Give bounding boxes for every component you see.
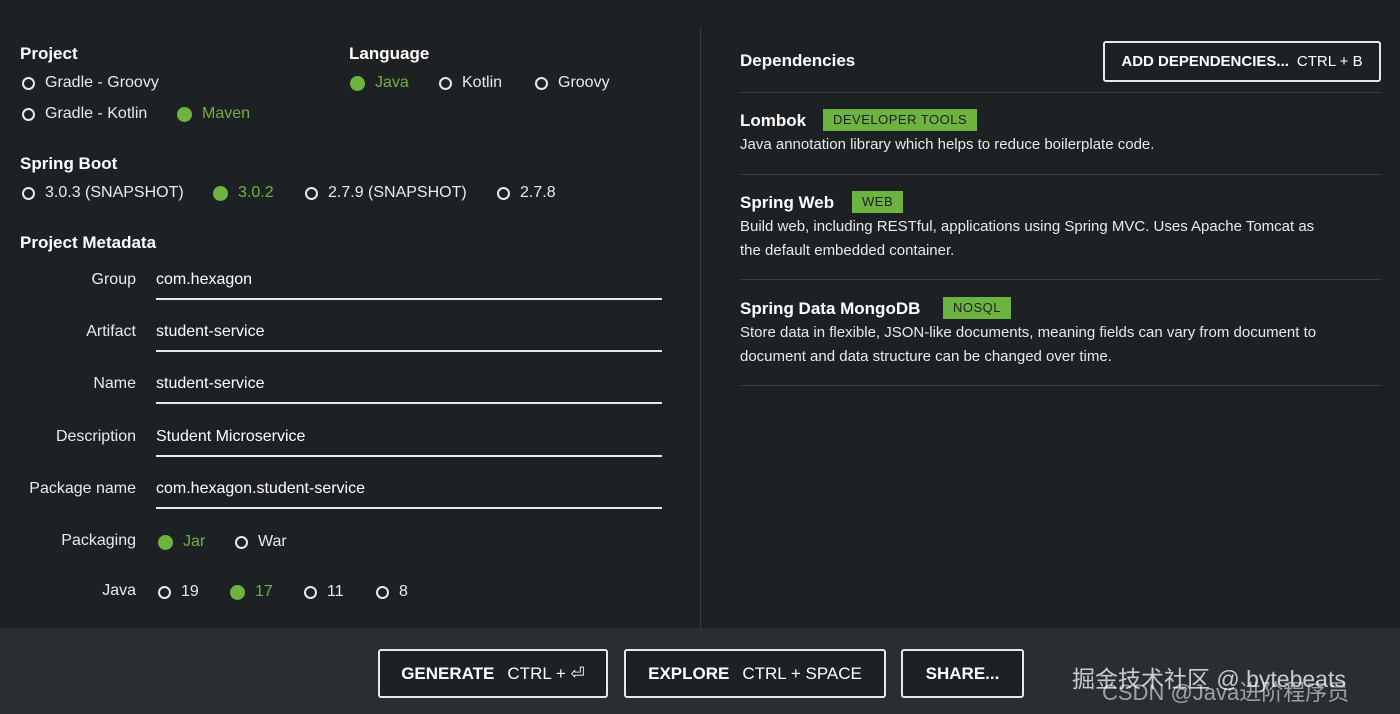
java-option-8[interactable]: 8 — [376, 583, 408, 601]
radio-icon — [439, 76, 452, 90]
project-metadata-heading: Project Metadata — [20, 233, 157, 252]
spring-boot-option-2-7-9-snapshot[interactable]: 2.7.9 (SNAPSHOT) — [305, 184, 467, 202]
radio-selected-icon — [230, 584, 245, 600]
description-input[interactable]: Student Microservice — [156, 427, 662, 457]
project-option-gradle-groovy[interactable]: Gradle - Groovy — [22, 74, 159, 92]
dependency-badge: DEVELOPER TOOLS — [823, 109, 978, 131]
radio-icon — [304, 585, 317, 599]
explore-shortcut: CTRL + SPACE — [742, 663, 862, 683]
java-option-19[interactable]: 19 — [158, 583, 199, 601]
radio-icon — [22, 107, 35, 121]
java-option-11[interactable]: 11 — [304, 583, 344, 601]
spring-boot-option-3-0-3-snapshot[interactable]: 3.0.3 (SNAPSHOT) — [22, 184, 184, 202]
add-dependencies-label: ADD DEPENDENCIES... — [1121, 53, 1289, 70]
radio-icon — [535, 76, 548, 90]
package-name-input[interactable]: com.hexagon.student-service — [156, 479, 662, 509]
spring-boot-option-3-0-2[interactable]: 3.0.2 — [213, 184, 274, 202]
java-label: Java — [102, 582, 136, 599]
description-label: Description — [55, 428, 136, 445]
dependency-description: Build web, including RESTful, applicatio… — [740, 218, 1315, 259]
language-heading: Language — [349, 44, 430, 63]
radio-icon — [376, 585, 389, 599]
dependency-name: Spring Data MongoDB — [740, 299, 921, 318]
group-label: Group — [91, 271, 136, 288]
dependency-badge: NOSQL — [943, 297, 1012, 319]
language-option-groovy[interactable]: Groovy — [535, 74, 610, 92]
packaging-label: Packaging — [61, 532, 136, 549]
name-input[interactable]: student-service — [156, 374, 662, 404]
explore-button[interactable]: EXPLORE CTRL + SPACE — [624, 649, 886, 698]
main-panel: Project Gradle - Groovy Gradle - Kotlin … — [0, 0, 1400, 628]
project-option-gradle-kotlin[interactable]: Gradle - Kotlin — [22, 105, 147, 123]
project-option-maven[interactable]: Maven — [177, 105, 250, 123]
add-dependencies-button[interactable]: ADD DEPENDENCIES... CTRL + B — [1103, 41, 1381, 82]
packaging-option-war[interactable]: War — [235, 533, 287, 551]
radio-icon — [158, 585, 171, 599]
spring-boot-option-2-7-8[interactable]: 2.7.8 — [497, 184, 556, 202]
generate-label: GENERATE — [401, 663, 495, 683]
divider — [740, 279, 1381, 280]
radio-icon — [22, 76, 35, 90]
dependency-description: Java annotation library which helps to r… — [740, 136, 1155, 153]
name-label: Name — [93, 375, 136, 392]
dependency-badge: WEB — [852, 191, 904, 213]
radio-icon — [235, 535, 248, 549]
language-option-java[interactable]: Java — [350, 74, 409, 92]
radio-icon — [497, 186, 510, 200]
divider — [740, 92, 1381, 93]
radio-selected-icon — [350, 75, 365, 91]
share-label: SHARE... — [925, 663, 1000, 683]
generate-shortcut: CTRL + ⏎ — [507, 663, 585, 683]
packaging-option-jar[interactable]: Jar — [158, 533, 205, 551]
project-heading: Project — [20, 44, 78, 63]
language-option-kotlin[interactable]: Kotlin — [439, 74, 502, 92]
artifact-label: Artifact — [86, 323, 136, 340]
java-option-17[interactable]: 17 — [230, 583, 273, 601]
radio-selected-icon — [213, 185, 228, 201]
dependency-description: Store data in flexible, JSON-like docume… — [740, 324, 1317, 365]
column-divider — [700, 28, 701, 628]
package-name-label: Package name — [29, 480, 136, 497]
artifact-input[interactable]: student-service — [156, 322, 662, 352]
dependencies-heading: Dependencies — [740, 51, 856, 70]
divider — [740, 174, 1381, 175]
explore-label: EXPLORE — [648, 663, 730, 683]
radio-selected-icon — [158, 534, 173, 550]
radio-icon — [305, 186, 318, 200]
dependency-name: Spring Web — [740, 193, 835, 212]
spring-boot-heading: Spring Boot — [20, 154, 118, 173]
share-button[interactable]: SHARE... — [901, 649, 1024, 698]
dependency-name: Lombok — [740, 111, 807, 130]
radio-icon — [22, 186, 35, 200]
generate-button[interactable]: GENERATE CTRL + ⏎ — [378, 649, 608, 698]
group-input[interactable]: com.hexagon — [156, 270, 662, 300]
watermark-csdn: CSDN @Java进阶程序员 — [1102, 680, 1350, 705]
add-dependencies-shortcut: CTRL + B — [1296, 53, 1363, 70]
divider — [740, 385, 1381, 386]
radio-selected-icon — [177, 106, 192, 122]
